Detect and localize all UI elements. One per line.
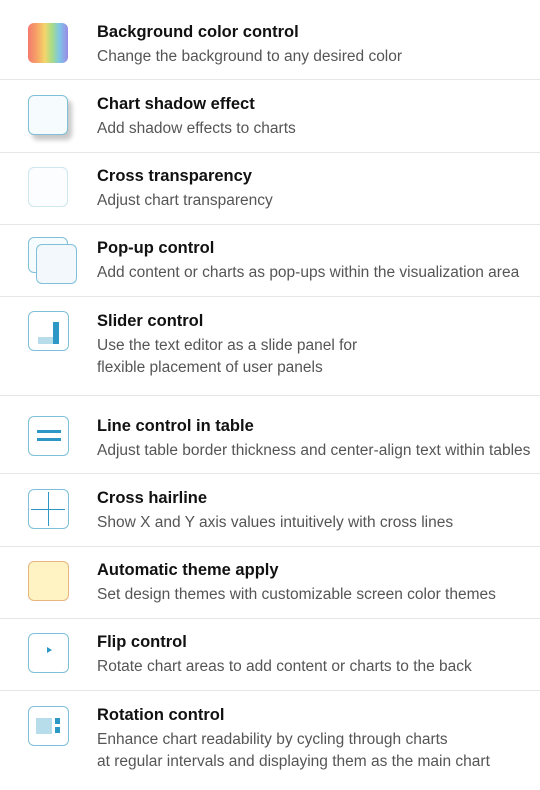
- feature-item-theme: Automatic theme apply Set design themes …: [0, 547, 540, 619]
- feature-description: Use the text editor as a slide panel for…: [97, 335, 534, 379]
- feature-description: Adjust table border thickness and center…: [97, 442, 531, 459]
- feature-item-chart-shadow: Chart shadow effect Add shadow effects t…: [0, 80, 540, 153]
- feature-description: Show X and Y axis values intuitively wit…: [97, 514, 454, 531]
- feature-item-flip: Flip control Rotate chart areas to add c…: [0, 619, 540, 691]
- feature-title: Flip control: [97, 633, 187, 651]
- feature-title: Line control in table: [97, 417, 254, 435]
- feature-item-popup: Pop-up control Add content or charts as …: [0, 225, 540, 297]
- popup-windows-icon: [28, 237, 77, 284]
- feature-title: Rotation control: [97, 706, 225, 724]
- feature-item-line-control: Line control in table Adjust table borde…: [0, 396, 540, 474]
- description-line: at regular intervals and displaying them…: [97, 753, 490, 770]
- feature-description: Add content or charts as pop-ups within …: [97, 264, 520, 281]
- feature-item-cross-hairline: Cross hairline Show X and Y axis values …: [0, 474, 540, 547]
- feature-item-rotation: Rotation control Enhance chart readabili…: [0, 691, 540, 790]
- crosshair-icon: [28, 489, 70, 531]
- feature-item-slider: Slider control Use the text editor as a …: [0, 297, 540, 396]
- description-line: Use the text editor as a slide panel for: [97, 337, 358, 354]
- description-line: Enhance chart readability by cycling thr…: [97, 731, 448, 748]
- feature-title: Background color control: [97, 23, 299, 41]
- feature-title: Automatic theme apply: [97, 561, 279, 579]
- feature-title: Chart shadow effect: [97, 95, 255, 113]
- feature-description: Add shadow effects to charts: [97, 120, 296, 137]
- feature-title: Cross transparency: [97, 167, 252, 185]
- feature-title: Cross hairline: [97, 489, 208, 507]
- theme-swatch-icon: [28, 561, 70, 603]
- feature-description: Rotate chart areas to add content or cha…: [97, 658, 472, 675]
- feature-item-cross-transparency: Cross transparency Adjust chart transpar…: [0, 153, 540, 225]
- feature-title: Pop-up control: [97, 239, 215, 257]
- description-line: flexible placement of user panels: [97, 359, 323, 376]
- feature-description: Set design themes with customizable scre…: [97, 586, 496, 603]
- feature-list: Background color control Change the back…: [0, 0, 540, 790]
- feature-title: Slider control: [97, 312, 204, 330]
- feature-item-background-color: Background color control Change the back…: [0, 0, 540, 80]
- feature-description: Adjust chart transparency: [97, 192, 273, 209]
- flip-arrow-icon: [28, 633, 70, 675]
- transparent-box-icon: [28, 167, 70, 209]
- rotation-layout-icon: [28, 706, 70, 748]
- table-lines-icon: [28, 416, 70, 458]
- feature-description: Enhance chart readability by cycling thr…: [97, 729, 534, 773]
- shadow-box-icon: [28, 95, 70, 137]
- slider-panel-icon: [28, 311, 70, 353]
- rainbow-gradient-icon: [28, 23, 70, 65]
- feature-description: Change the background to any desired col…: [97, 48, 403, 65]
